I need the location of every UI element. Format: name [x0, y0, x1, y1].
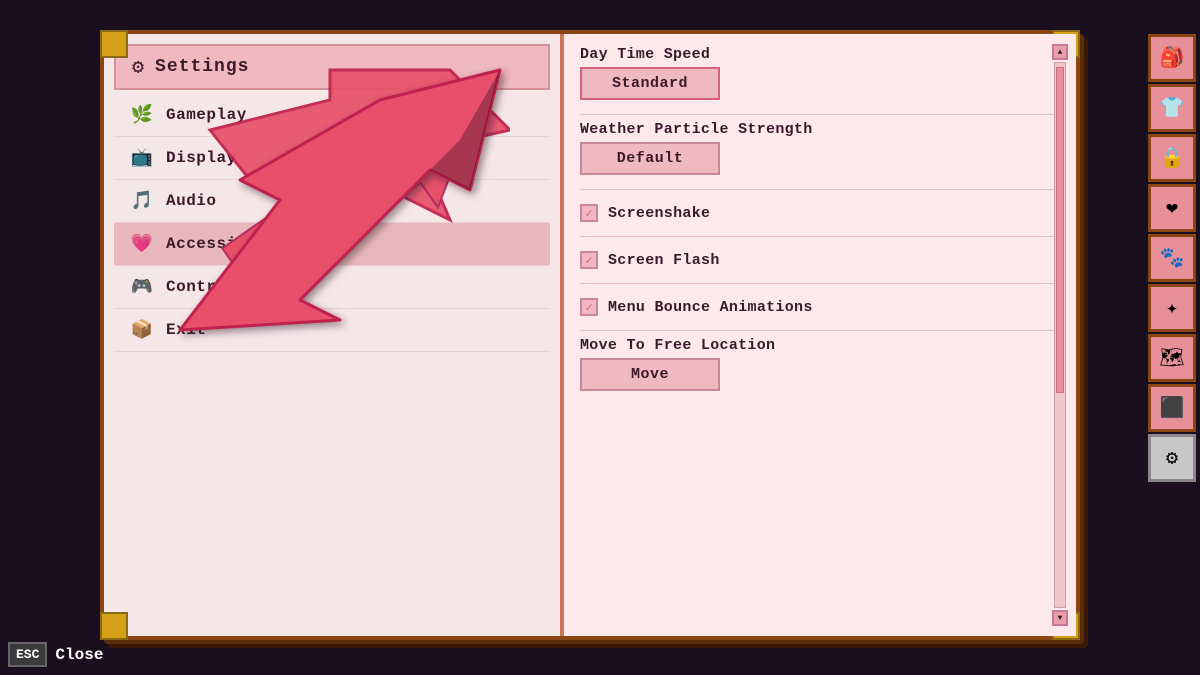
- screen-flash-checkbox[interactable]: [580, 251, 598, 269]
- sidebar-icon-heart[interactable]: ❤: [1148, 184, 1196, 232]
- move-location-button[interactable]: Move: [580, 358, 720, 391]
- scroll-thumb[interactable]: [1056, 67, 1064, 393]
- weather-particle-label: Weather Particle Strength: [580, 121, 1060, 138]
- screenshake-row: Screenshake: [580, 196, 1060, 230]
- accessibility-label: Accessibility: [166, 235, 297, 253]
- screen-flash-label: Screen Flash: [608, 252, 720, 269]
- corner-tl: [100, 30, 128, 58]
- settings-header: ⚙ Settings: [114, 44, 550, 90]
- day-time-speed-label: Day Time Speed: [580, 46, 1060, 63]
- menu-item-display[interactable]: 📺 Display: [114, 137, 550, 180]
- menu-bounce-checkbox[interactable]: [580, 298, 598, 316]
- screen-flash-row: Screen Flash: [580, 243, 1060, 277]
- move-location-section: Move To Free Location Move: [580, 337, 1060, 391]
- exit-label: Exit: [166, 321, 206, 339]
- screenshake-label: Screenshake: [608, 205, 710, 222]
- sidebar-icon-paw[interactable]: 🐾: [1148, 234, 1196, 282]
- menu-bounce-row: Menu Bounce Animations: [580, 290, 1060, 324]
- audio-icon: 🎵: [130, 190, 154, 212]
- divider-4: [580, 283, 1060, 284]
- exit-icon: 📦: [130, 319, 154, 341]
- screenshake-checkbox[interactable]: [580, 204, 598, 222]
- display-icon: 📺: [130, 147, 154, 169]
- day-time-speed-button[interactable]: Standard: [580, 67, 720, 100]
- settings-title: Settings: [155, 57, 249, 77]
- weather-particle-button[interactable]: Default: [580, 142, 720, 175]
- settings-gear-icon: ⚙: [132, 54, 145, 80]
- esc-label: Close: [55, 646, 103, 664]
- controls-label: Controls: [166, 278, 247, 296]
- sidebar-icon-lock[interactable]: 🔒: [1148, 134, 1196, 182]
- menu-item-gameplay[interactable]: 🌿 Gameplay: [114, 94, 550, 137]
- right-sidebar: 🎒 👕 🔒 ❤ 🐾 ✦ 🗺 ⬛ ⚙: [1144, 30, 1200, 640]
- sidebar-icon-star[interactable]: ✦: [1148, 284, 1196, 332]
- scrollbar: ▲ ▼: [1052, 44, 1068, 626]
- sidebar-icon-map[interactable]: 🗺: [1148, 334, 1196, 382]
- left-page: ⚙ Settings 🌿 Gameplay 📺 Display 🎵 Audio …: [104, 34, 564, 636]
- divider-5: [580, 330, 1060, 331]
- gameplay-icon: 🌿: [130, 104, 154, 126]
- menu-item-exit[interactable]: 📦 Exit: [114, 309, 550, 352]
- day-time-speed-section: Day Time Speed Standard: [580, 46, 1060, 100]
- right-page: Day Time Speed Standard Weather Particle…: [564, 34, 1076, 636]
- settings-book: ⚙ Settings 🌿 Gameplay 📺 Display 🎵 Audio …: [100, 30, 1080, 640]
- display-label: Display: [166, 149, 237, 167]
- sidebar-icon-backpack[interactable]: 🎒: [1148, 34, 1196, 82]
- corner-bl: [100, 612, 128, 640]
- audio-label: Audio: [166, 192, 217, 210]
- controls-icon: 🎮: [130, 276, 154, 298]
- menu-item-audio[interactable]: 🎵 Audio: [114, 180, 550, 223]
- divider-1: [580, 114, 1060, 115]
- scroll-down-arrow[interactable]: ▼: [1052, 610, 1068, 626]
- divider-3: [580, 236, 1060, 237]
- scroll-up-arrow[interactable]: ▲: [1052, 44, 1068, 60]
- weather-particle-section: Weather Particle Strength Default: [580, 121, 1060, 175]
- sidebar-icon-settings[interactable]: ⚙: [1148, 434, 1196, 482]
- accessibility-icon: 💗: [130, 233, 154, 255]
- menu-bounce-label: Menu Bounce Animations: [608, 299, 813, 316]
- scroll-track: [1054, 62, 1066, 608]
- move-location-label: Move To Free Location: [580, 337, 1060, 354]
- divider-2: [580, 189, 1060, 190]
- menu-item-controls[interactable]: 🎮 Controls: [114, 266, 550, 309]
- sidebar-icon-shirt[interactable]: 👕: [1148, 84, 1196, 132]
- sidebar-icon-menu[interactable]: ⬛: [1148, 384, 1196, 432]
- esc-bar: ESC Close: [8, 642, 103, 667]
- esc-key[interactable]: ESC: [8, 642, 47, 667]
- menu-item-accessibility[interactable]: 💗 Accessibility: [114, 223, 550, 266]
- gameplay-label: Gameplay: [166, 106, 247, 124]
